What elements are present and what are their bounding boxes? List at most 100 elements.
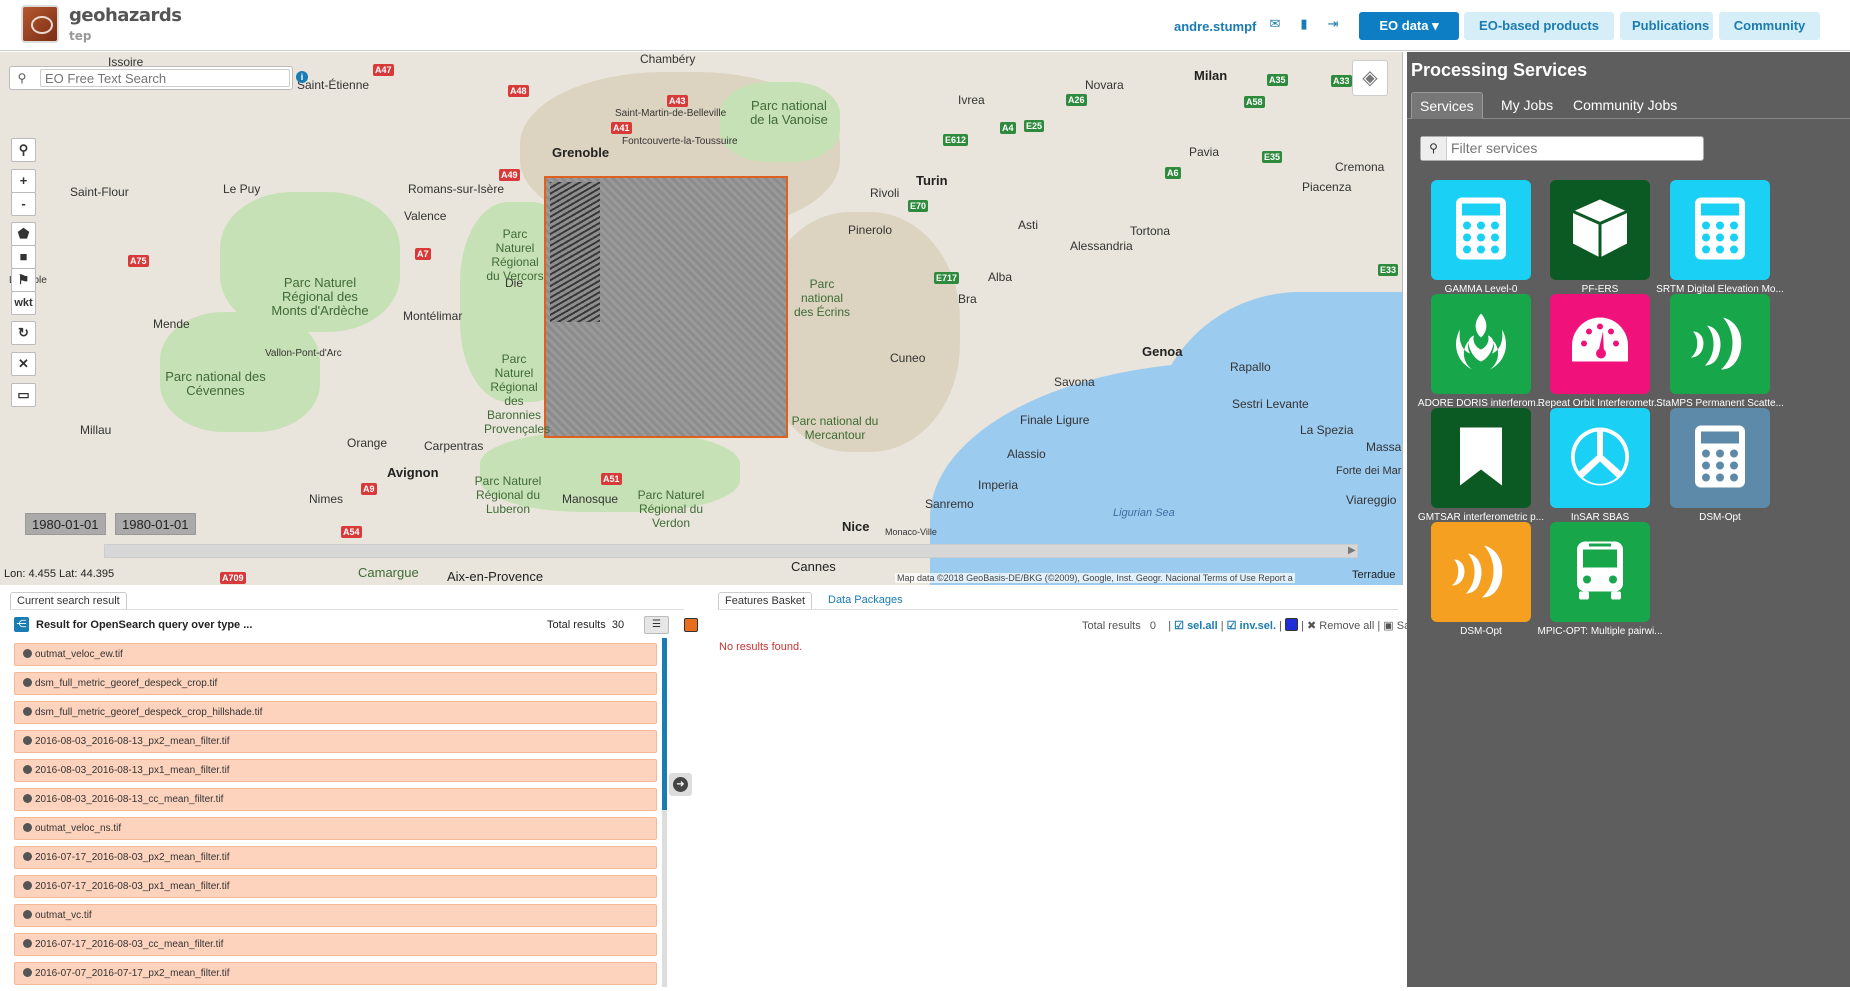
tab-data-packages[interactable]: Data Packages (822, 592, 909, 609)
place-label: Forte dei Marmi (1336, 465, 1402, 477)
wkt-button[interactable]: wkt (11, 291, 36, 315)
sign-out-icon[interactable]: ⇥ (1326, 17, 1340, 31)
service-tile[interactable] (1431, 294, 1531, 394)
fullscreen-icon[interactable]: ✕ (11, 352, 36, 376)
service-tile[interactable] (1431, 180, 1531, 280)
result-item[interactable]: outmat_veloc_ew.tif (14, 643, 657, 666)
map-attribution: Map data ©2018 GeoBasis-DE/BKG (©2009), … (895, 573, 1295, 583)
zoom-out-button[interactable]: - (11, 192, 36, 216)
service-tile[interactable] (1550, 294, 1650, 394)
nav-eo-data[interactable]: EO data ▾ (1359, 12, 1459, 40)
service-tile[interactable] (1550, 522, 1650, 622)
service-tile[interactable] (1550, 408, 1650, 508)
nav-eo-products[interactable]: EO-based products (1464, 12, 1614, 40)
cube-icon (1567, 196, 1633, 265)
tab-features-basket[interactable]: Features Basket (718, 592, 813, 609)
tab-services[interactable]: Services (1411, 92, 1483, 119)
tab-current-search[interactable]: Current search result (10, 592, 127, 609)
result-scroll-thumb[interactable] (662, 638, 667, 810)
filter-services-input[interactable] (1451, 138, 1701, 158)
service-card[interactable]: PF-ERS (1532, 180, 1668, 305)
basket-total-label: Total results (1082, 620, 1141, 632)
service-card[interactable]: InSAR SBAS (1532, 408, 1668, 533)
remove-all-button[interactable]: ✖ Remove all (1307, 620, 1374, 632)
eo-search-input[interactable] (40, 69, 290, 87)
result-item[interactable]: 2016-07-17_2016-08-03_cc_mean_filter.tif (14, 933, 657, 956)
nav-publications[interactable]: Publications (1620, 12, 1713, 40)
share-icon[interactable]: ⋲ (14, 617, 29, 632)
result-item[interactable]: dsm_full_metric_georef_despeck_crop.tif (14, 672, 657, 695)
tab-divider (10, 609, 684, 610)
place-label: Avignon (387, 465, 439, 480)
zoom-in-button[interactable]: + (11, 169, 36, 193)
service-tile[interactable] (1431, 408, 1531, 508)
coordinates-readout: Lon: 4.455 Lat: 44.395 (4, 568, 115, 580)
result-item[interactable]: outmat_vc.tif (14, 904, 657, 927)
place-label: Pinerolo (848, 223, 893, 237)
globe-icon (23, 939, 32, 948)
result-item[interactable]: 2016-07-07_2016-07-17_px2_mean_filter.ti… (14, 962, 657, 985)
service-tile[interactable] (1670, 294, 1770, 394)
refresh-icon[interactable]: ↻ (11, 321, 36, 345)
tab-community-jobs[interactable]: Community Jobs (1565, 92, 1685, 119)
sar-footprint[interactable] (544, 176, 788, 438)
basket-color-swatch[interactable] (1285, 618, 1299, 631)
service-card[interactable]: StaMPS Permanent Scatte... (1652, 294, 1788, 419)
result-item[interactable]: 2016-07-17_2016-08-03_px1_mean_filter.ti… (14, 875, 657, 898)
service-card[interactable]: GMTSAR interferometric p... (1413, 408, 1549, 533)
result-item[interactable]: 2016-08-03_2016-08-13_px2_mean_filter.ti… (14, 730, 657, 753)
logo-icon[interactable] (21, 5, 59, 43)
service-card[interactable]: GAMMA Level-0 (1413, 180, 1549, 305)
globe-icon (23, 678, 32, 687)
book-icon[interactable]: ▮ (1297, 17, 1311, 31)
date-end[interactable]: 1980-01-01 (115, 513, 196, 535)
invert-selection-button[interactable]: ☑ inv.sel. (1227, 620, 1276, 632)
logo-name[interactable]: geohazards (69, 5, 182, 26)
add-to-basket-button[interactable]: ➜ (669, 773, 692, 796)
result-item[interactable]: outmat_veloc_ns.tif (14, 817, 657, 840)
polygon-icon[interactable]: ⬟ (11, 222, 36, 246)
place-label: Montélimar (403, 309, 463, 323)
result-item[interactable]: dsm_full_metric_georef_despeck_crop_hill… (14, 701, 657, 724)
service-card[interactable]: SRTM Digital Elevation Mo... (1652, 180, 1788, 305)
rebel-icon (1448, 310, 1514, 379)
result-list: outmat_veloc_ew.tif dsm_full_metric_geor… (14, 643, 657, 991)
info-icon[interactable]: i (296, 71, 308, 83)
arrow-right-icon: ➜ (673, 777, 688, 792)
tab-my-jobs[interactable]: My Jobs (1493, 92, 1561, 119)
service-tile[interactable] (1550, 180, 1650, 280)
service-card[interactable]: DSM-Opt (1413, 522, 1549, 647)
place-label: Asti (1018, 218, 1039, 232)
service-card[interactable]: MPIC-OPT: Multiple pairwi... (1532, 522, 1668, 647)
rectangle-icon[interactable]: ■ (11, 245, 36, 269)
result-color-swatch[interactable] (684, 618, 698, 632)
service-card[interactable]: Repeat Orbit Interferometr... (1532, 294, 1668, 419)
envelope-icon[interactable]: ✉ (1268, 17, 1282, 31)
place-label: Savona (1054, 375, 1095, 389)
list-view-icon[interactable]: ☰ (644, 616, 669, 634)
place-label: Saint-Flour (70, 185, 129, 199)
timeline-right-icon[interactable]: ▶ (1348, 544, 1358, 558)
service-card[interactable]: ADORE DORIS interferom... (1413, 294, 1549, 419)
select-all-button[interactable]: ☑ sel.all (1174, 620, 1218, 632)
place-label: Aix-en-Provence (447, 569, 544, 584)
service-tile[interactable] (1431, 522, 1531, 622)
timeline-bar[interactable] (104, 544, 1358, 558)
service-tile[interactable] (1670, 408, 1770, 508)
service-card[interactable]: DSM-Opt (1652, 408, 1788, 533)
result-item[interactable]: 2016-08-03_2016-08-13_px1_mean_filter.ti… (14, 759, 657, 782)
date-start[interactable]: 1980-01-01 (25, 513, 106, 535)
globe-icon (23, 707, 32, 716)
place-label: Sanremo (925, 497, 974, 511)
layers-icon[interactable]: ◈ (1352, 60, 1388, 96)
user-link[interactable]: andre.stumpf (1174, 19, 1256, 34)
result-item[interactable]: 2016-08-03_2016-08-13_cc_mean_filter.tif (14, 788, 657, 811)
service-tile[interactable] (1670, 180, 1770, 280)
no-results-message: No results found. (719, 641, 803, 653)
map-view[interactable]: Issoire Saint-Étienne Chambéry Novara Mi… (0, 52, 1403, 585)
search-tool-icon[interactable]: ⚲ (11, 138, 36, 162)
ruler-icon[interactable]: ▭ (11, 383, 36, 407)
nav-community[interactable]: Community (1719, 12, 1820, 40)
result-item[interactable]: 2016-07-17_2016-08-03_px2_mean_filter.ti… (14, 846, 657, 869)
marker-icon[interactable]: ⚑ (11, 268, 36, 292)
